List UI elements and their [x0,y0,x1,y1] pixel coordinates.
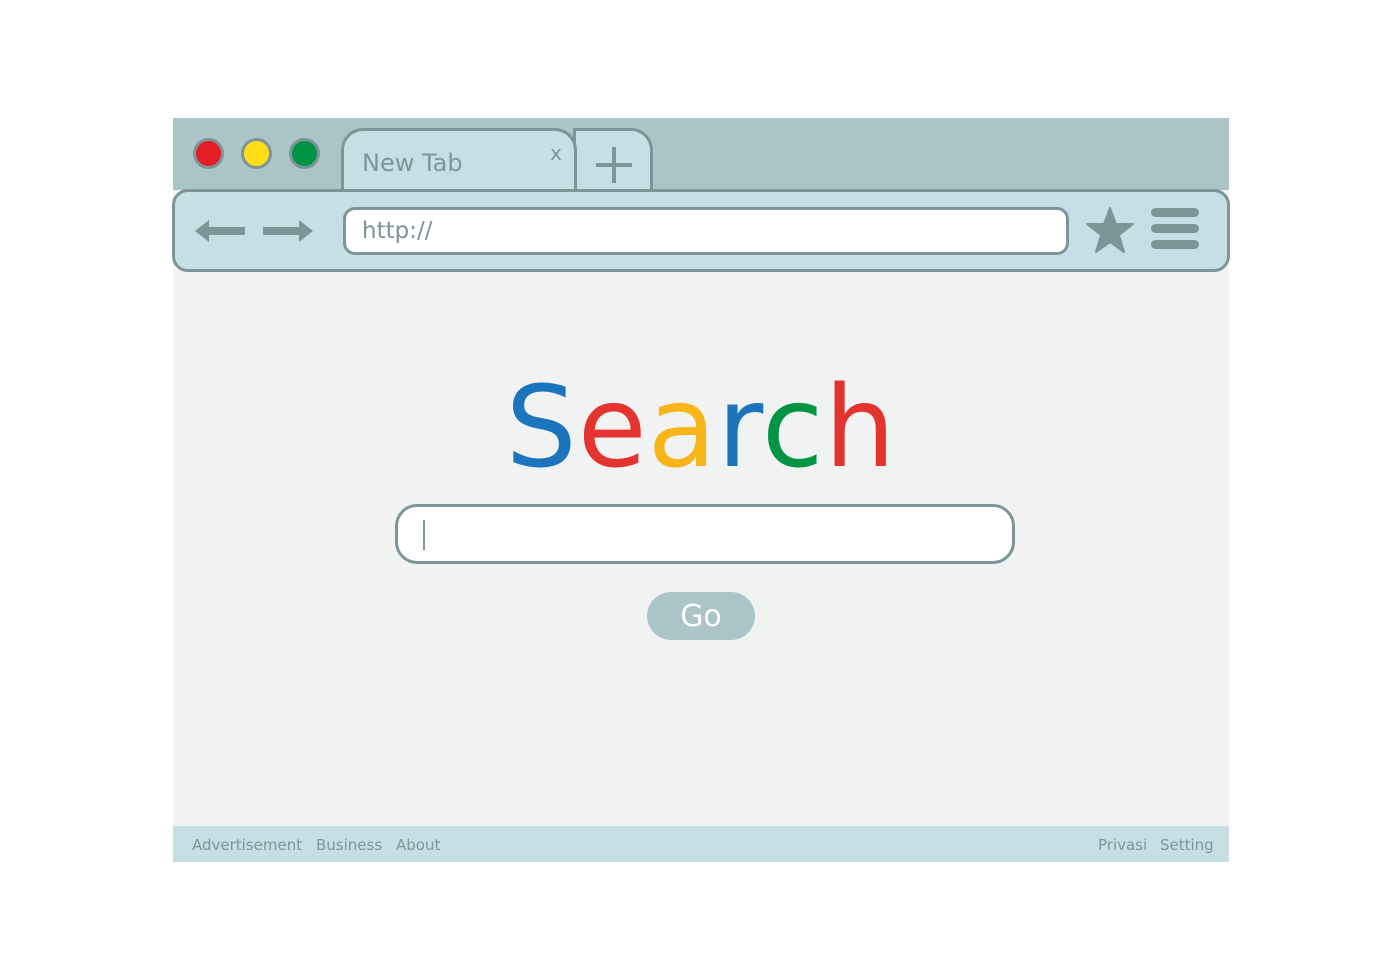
tab-close-icon[interactable]: x [550,141,562,165]
hamburger-menu-icon [1151,208,1199,249]
menu-button[interactable] [1151,208,1199,256]
search-input[interactable] [395,504,1015,564]
close-window-button[interactable] [193,138,224,169]
logo-letter: r [717,363,762,493]
back-button[interactable] [195,218,247,248]
star-icon [1086,207,1134,253]
footer-link-about[interactable]: About [396,836,440,854]
search-logo: Search [173,368,1229,488]
tab-label: New Tab [362,149,463,177]
footer-link-privasi[interactable]: Privasi [1098,836,1147,854]
arrow-right-icon [263,220,313,242]
footer-link-setting[interactable]: Setting [1160,836,1214,854]
footer: Advertisement Business About Privasi Set… [173,826,1229,862]
logo-letter: a [647,363,718,493]
footer-link-advertisement[interactable]: Advertisement [192,836,302,854]
logo-letter: S [505,363,578,493]
plus-icon [596,147,632,183]
logo-letter: c [761,363,825,493]
maximize-window-button[interactable] [289,138,320,169]
go-button[interactable]: Go [647,592,755,640]
logo-letter: e [577,363,648,493]
forward-button[interactable] [261,218,313,248]
page: New Tab x http:// Search Go Advertisemen… [0,0,1400,980]
footer-link-business[interactable]: Business [316,836,382,854]
browser-window: New Tab x http:// Search Go Advertisemen… [172,118,1230,862]
arrow-left-icon [195,220,245,242]
toolbar [172,189,1230,272]
title-bar: New Tab x [173,118,1229,200]
bookmark-button[interactable] [1085,206,1135,258]
address-bar[interactable] [343,207,1069,255]
minimize-window-button[interactable] [241,138,272,169]
logo-letter: h [824,363,897,493]
